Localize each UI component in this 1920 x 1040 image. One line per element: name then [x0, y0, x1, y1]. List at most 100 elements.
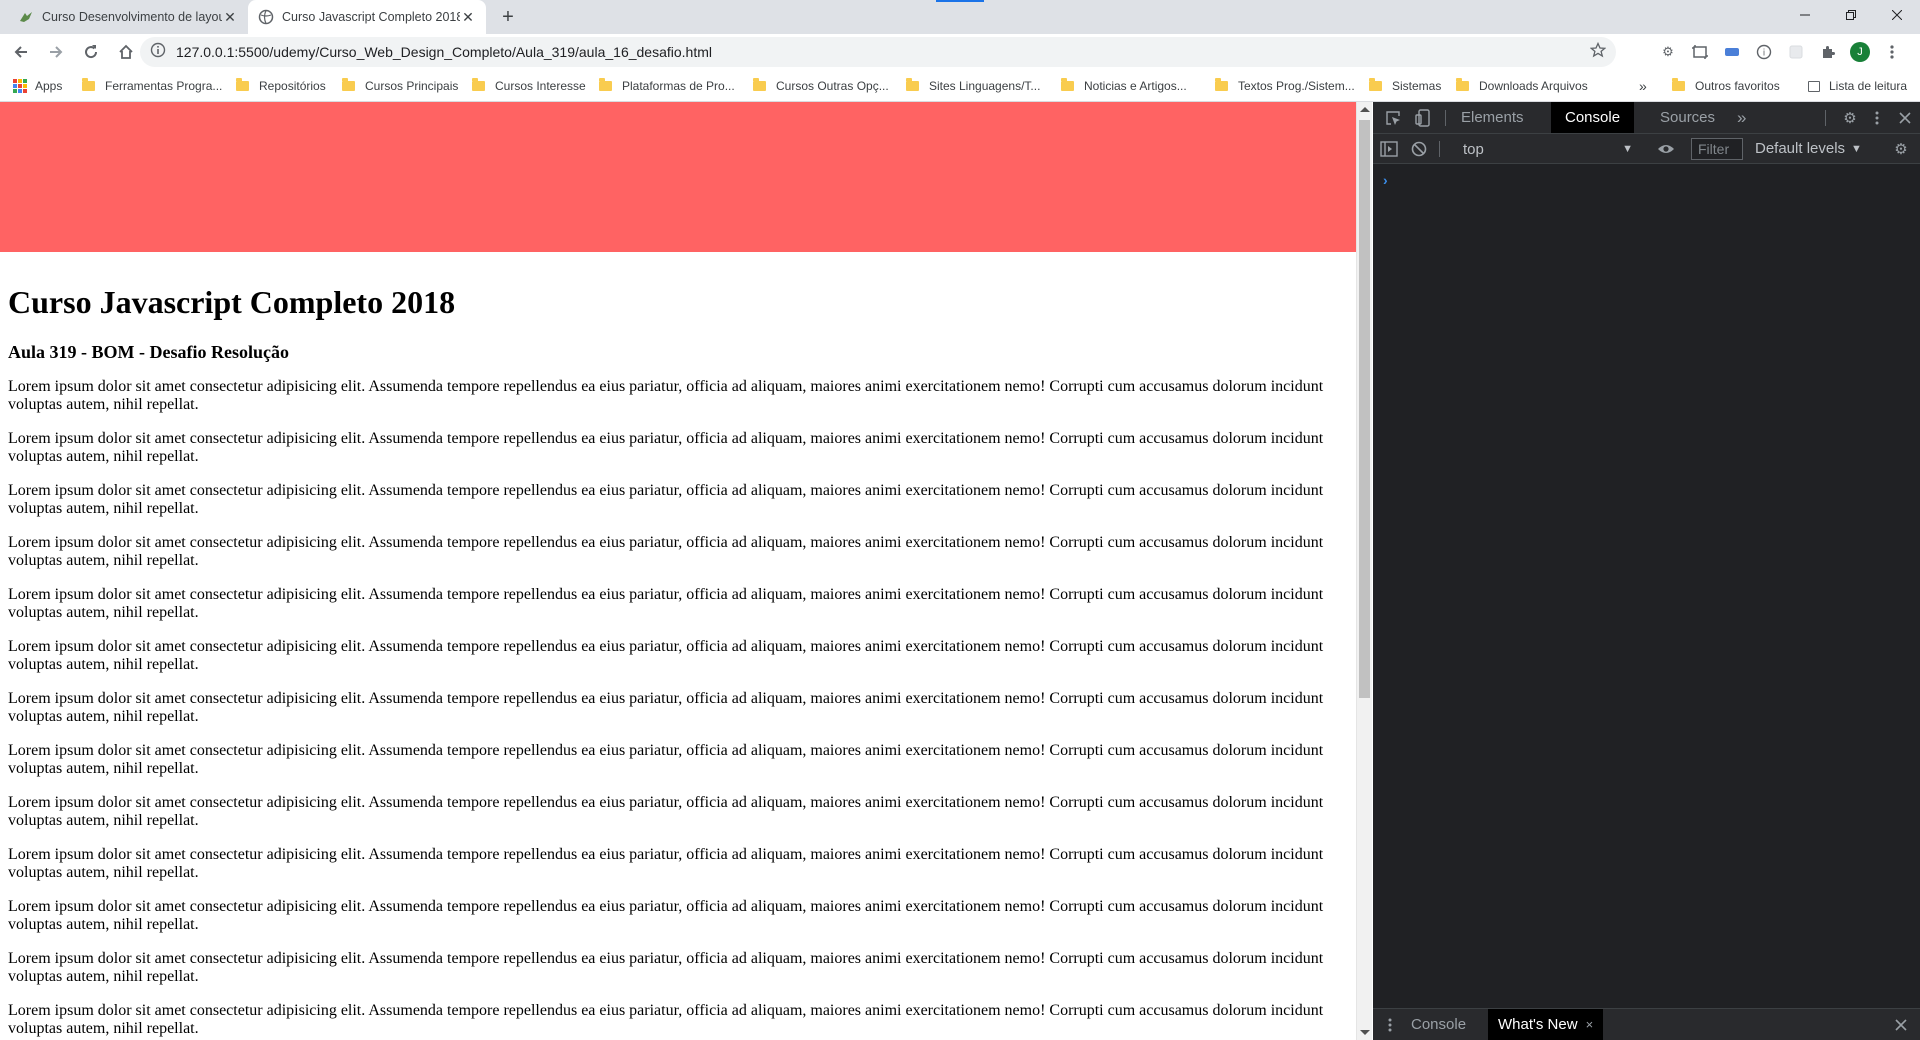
bookmark-folder[interactable]: Cursos Principais [342, 77, 458, 95]
drawer-tab-console[interactable]: Console [1401, 1009, 1476, 1040]
devtools-tab-elements[interactable]: Elements [1447, 102, 1538, 133]
divider [1445, 110, 1446, 126]
back-arrow-icon[interactable] [7, 38, 35, 66]
paragraph: Lorem ipsum dolor sit amet consectetur a… [8, 742, 1324, 777]
bookmark-apps[interactable]: Apps [13, 77, 62, 95]
filter-input[interactable] [1691, 138, 1743, 160]
caret-down-icon: ▼ [1622, 143, 1633, 155]
page-scrollbar[interactable] [1356, 102, 1372, 1040]
browser-tab-1[interactable]: Curso Desenvolvimento de layou ✕ [8, 0, 248, 34]
extension-gear-icon[interactable]: ⚙ [1658, 42, 1678, 62]
divider [1439, 141, 1440, 157]
folder-icon [1672, 78, 1685, 91]
device-toggle-icon[interactable] [1413, 108, 1433, 128]
page-subtitle: Aula 319 - BOM - Desafio Resolução [8, 342, 289, 362]
tab-title: Curso Javascript Completo 2018 [282, 10, 460, 24]
folder-icon [472, 78, 485, 91]
paragraph: Lorem ipsum dolor sit amet consectetur a… [8, 794, 1324, 829]
bookmark-folder[interactable]: Noticias e Artigos... [1061, 77, 1187, 95]
console-toolbar: top ▼ Default levels ▼ ⚙ [1373, 134, 1920, 164]
close-devtools-icon[interactable] [1895, 108, 1915, 128]
bookmark-folder[interactable]: Cursos Outras Opç... [753, 77, 889, 95]
bookmark-reading-list[interactable]: Lista de leitura [1808, 77, 1907, 95]
paragraph-list: Lorem ipsum dolor sit amet consectetur a… [8, 378, 1338, 1038]
drawer-kebab-menu-icon[interactable] [1380, 1015, 1400, 1035]
minimize-icon[interactable] [1782, 0, 1828, 30]
devtools-tab-sources[interactable]: Sources [1646, 102, 1729, 133]
info-icon[interactable] [150, 42, 166, 63]
browser-toolbar: 127.0.0.1:5500/udemy/Curso_Web_Design_Co… [0, 34, 1920, 70]
devtools-panel: Elements Console Sources » ⚙ top ▼ Defau… [1373, 102, 1920, 1040]
tab-search-indicator [936, 0, 984, 2]
eye-icon[interactable] [1656, 139, 1676, 159]
page-content: Curso Javascript Completo 2018 Aula 319 … [8, 252, 1338, 1040]
new-tab-plus-icon[interactable]: + [496, 6, 520, 30]
url-text[interactable]: 127.0.0.1:5500/udemy/Curso_Web_Design_Co… [176, 44, 1590, 60]
paragraph: Lorem ipsum dolor sit amet consectetur a… [8, 430, 1324, 465]
console-settings-gear-icon[interactable]: ⚙ [1891, 139, 1911, 159]
page-viewport: Curso Javascript Completo 2018 Aula 319 … [0, 102, 1356, 1040]
drawer-tab-whats-new[interactable]: What's New × [1488, 1009, 1604, 1040]
bookmark-folder[interactable]: Sites Linguagens/T... [906, 77, 1040, 95]
star-bookmark-icon[interactable] [1589, 41, 1607, 63]
home-icon[interactable] [112, 38, 140, 66]
extension-blue-icon[interactable] [1722, 42, 1742, 62]
close-window-icon[interactable] [1874, 0, 1920, 30]
more-tabs-chevron-icon[interactable]: » [1723, 102, 1760, 133]
close-tab-icon[interactable]: × [1586, 1017, 1594, 1032]
settings-gear-icon[interactable]: ⚙ [1840, 108, 1860, 128]
paragraph: Lorem ipsum dolor sit amet consectetur a… [8, 638, 1324, 673]
close-drawer-icon[interactable] [1891, 1015, 1911, 1035]
paragraph: Lorem ipsum dolor sit amet consectetur a… [8, 690, 1324, 725]
forward-arrow-icon[interactable] [42, 38, 70, 66]
window-controls [1782, 0, 1920, 30]
folder-icon [1369, 78, 1382, 91]
page-title: Curso Javascript Completo 2018 [8, 284, 456, 320]
folder-icon [599, 78, 612, 91]
bookmarks-overflow-chevron-icon[interactable]: » [1639, 77, 1647, 95]
tab-close-icon[interactable]: ✕ [222, 9, 238, 26]
bookmark-folder[interactable]: Repositórios [236, 77, 326, 95]
scroll-thumb[interactable] [1359, 120, 1370, 698]
profile-avatar[interactable]: J [1850, 42, 1870, 62]
devtools-tab-console[interactable]: Console [1551, 102, 1635, 133]
bookmark-folder[interactable]: Plataformas de Pro... [599, 77, 735, 95]
clear-console-icon[interactable] [1409, 139, 1429, 159]
folder-icon [1215, 78, 1228, 91]
screenshot-icon[interactable] [1690, 42, 1710, 62]
scroll-down-arrow-icon[interactable] [1360, 1030, 1370, 1035]
bookmark-folder[interactable]: Textos Prog./Sistem... [1215, 77, 1355, 95]
scroll-up-arrow-icon[interactable] [1360, 107, 1370, 112]
puzzle-icon[interactable] [1818, 42, 1838, 62]
folder-icon [236, 78, 249, 91]
bookmark-folder[interactable]: Cursos Interesse [472, 77, 586, 95]
console-prompt[interactable]: › [1383, 172, 1388, 188]
log-levels-dropdown[interactable]: Default levels ▼ [1755, 140, 1862, 157]
paragraph: Lorem ipsum dolor sit amet consectetur a… [8, 586, 1324, 621]
inspect-element-icon[interactable] [1383, 108, 1403, 128]
devtools-kebab-menu-icon[interactable] [1867, 108, 1887, 128]
reload-icon[interactable] [77, 38, 105, 66]
restore-icon[interactable] [1828, 0, 1874, 30]
bookmark-other-favorites[interactable]: Outros favoritos [1672, 77, 1780, 95]
address-bar[interactable]: 127.0.0.1:5500/udemy/Curso_Web_Design_Co… [140, 37, 1616, 67]
extensions-area: ⚙ i J [1658, 38, 1914, 66]
divider [1825, 110, 1826, 126]
bookmark-folder[interactable]: Sistemas [1369, 77, 1441, 95]
devtools-tab-bar: Elements Console Sources » ⚙ [1373, 102, 1920, 134]
kebab-menu-icon[interactable] [1882, 42, 1902, 62]
folder-icon [1456, 78, 1469, 91]
extension-square-icon[interactable] [1786, 42, 1806, 62]
folder-icon [342, 78, 355, 91]
tab-close-icon[interactable]: ✕ [460, 9, 476, 26]
context-selector[interactable]: top ▼ [1463, 140, 1633, 158]
bookmarks-bar: Apps Ferramentas Progra... Repositórios … [0, 70, 1920, 102]
bookmark-folder[interactable]: Downloads Arquivos [1456, 77, 1588, 95]
svg-text:i: i [1763, 49, 1766, 59]
tab-strip: Curso Desenvolvimento de layou ✕ Curso J… [0, 0, 1920, 34]
bookmark-folder[interactable]: Ferramentas Progra... [82, 77, 222, 95]
browser-tab-2[interactable]: Curso Javascript Completo 2018 ✕ [248, 0, 486, 34]
extension-circle-icon[interactable]: i [1754, 42, 1774, 62]
sidebar-toggle-icon[interactable] [1379, 139, 1399, 159]
reading-list-icon [1808, 80, 1820, 92]
